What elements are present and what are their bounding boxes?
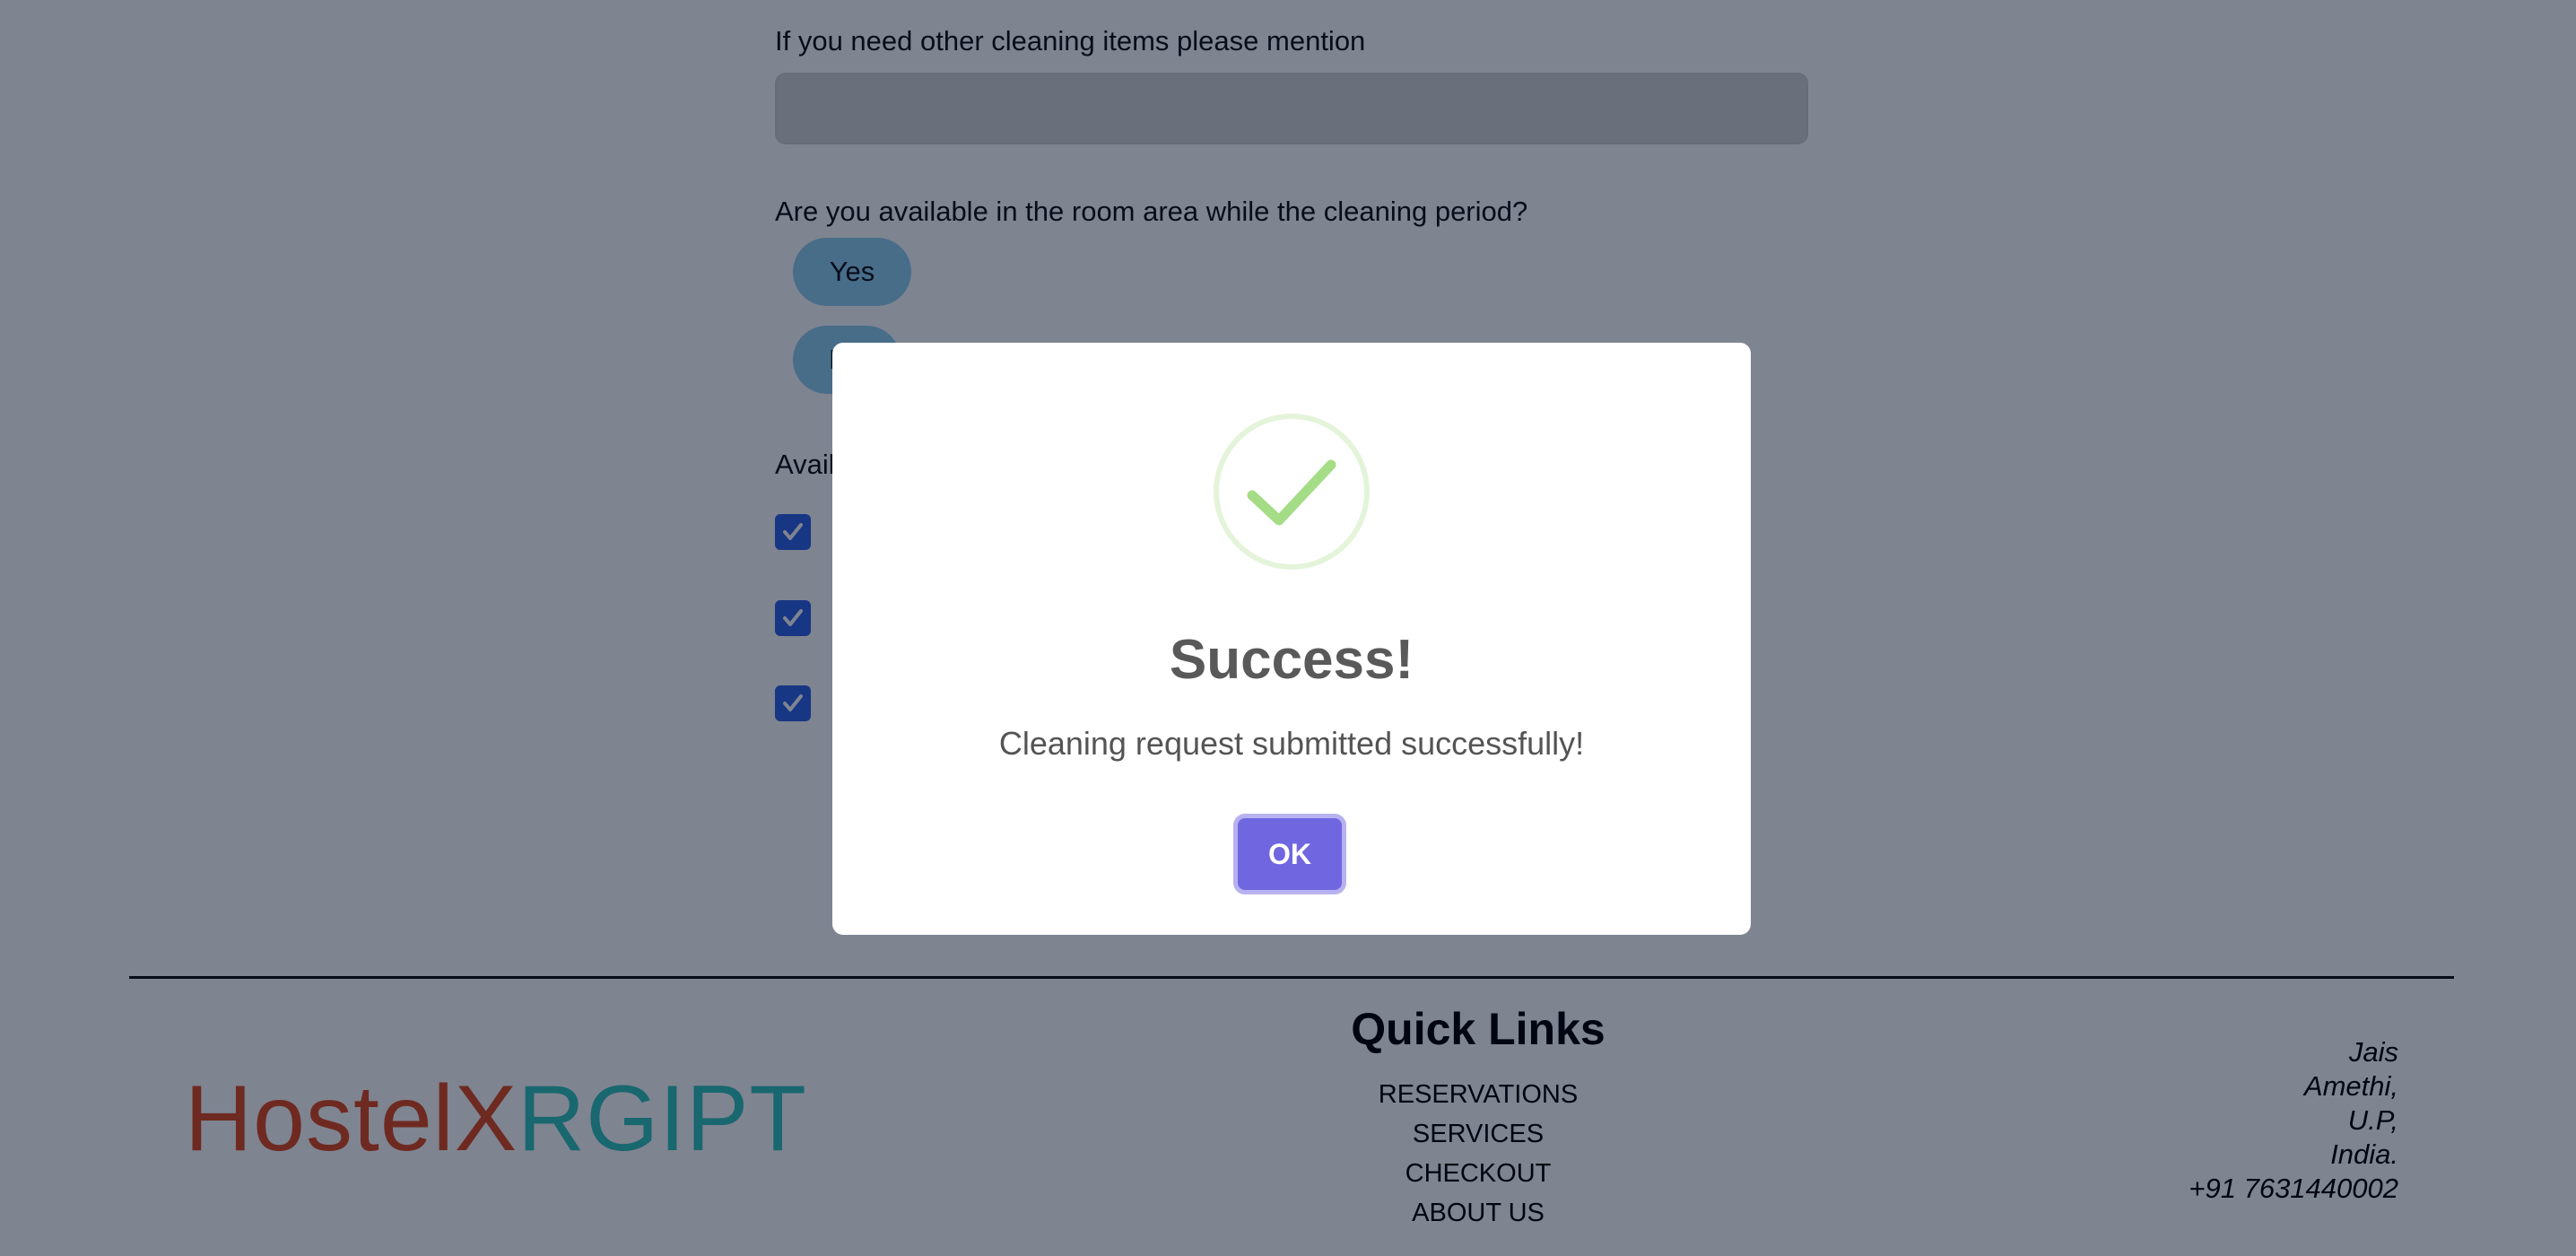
- dialog-title: Success!: [1169, 629, 1414, 691]
- dialog-message: Cleaning request submitted successfully!: [998, 725, 1585, 762]
- success-dialog: Success! Cleaning request submitted succ…: [832, 343, 1751, 935]
- ok-button[interactable]: OK: [1238, 818, 1342, 890]
- success-check-icon: [1214, 414, 1370, 570]
